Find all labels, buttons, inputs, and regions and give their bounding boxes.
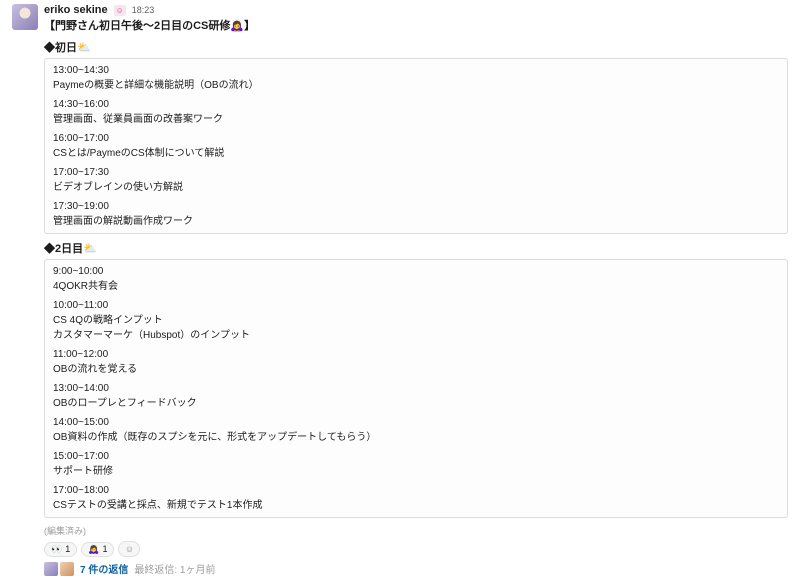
section-label: ◆2日目⛅ (44, 240, 788, 256)
schedule-item: 13:00~14:00 OBのロープレとフィードバック (53, 383, 779, 409)
schedule-time: 10:00~11:00 (53, 300, 779, 311)
reactions-bar: 👀 1 🙇‍♀️ 1 ☺ (44, 541, 788, 557)
schedule-desc: OBのロープレとフィードバック (53, 394, 779, 409)
schedule-time: 14:30~16:00 (53, 99, 779, 110)
thread-summary[interactable]: 7 件の返信 最終返信: 1ヶ月前 (44, 561, 788, 576)
thread-last-reply: 最終返信: 1ヶ月前 (134, 561, 215, 576)
message-body: eriko sekine ☺ 18:23 【門野さん初日午後～2日目のCS研修🙇… (44, 4, 788, 576)
author-name[interactable]: eriko sekine (44, 4, 108, 16)
schedule-desc: サポート研修 (53, 462, 779, 477)
schedule-item: 17:00~18:00 CSテストの受講と採点、新規でテスト1本作成 (53, 485, 779, 511)
message-header: eriko sekine ☺ 18:23 (44, 4, 788, 16)
schedule-time: 17:30~19:00 (53, 201, 779, 212)
schedule-item: 17:00~17:30 ビデオブレインの使い方解説 (53, 167, 779, 193)
edited-label: (編集済み) (44, 524, 788, 537)
schedule-desc: ビデオブレインの使い方解説 (53, 178, 779, 193)
message-title: 【門野さん初日午後～2日目のCS研修🙇‍♀️】 (44, 17, 788, 33)
schedule-item: 10:00~11:00 CS 4Qの戦略インプット カスタマーマーケ（Hubsp… (53, 300, 779, 341)
schedule-block: 13:00~14:30 Paymeの概要と詳細な機能説明（OBの流れ） 14:3… (44, 58, 788, 234)
schedule-desc: CSとは/PaymeのCS体制について解説 (53, 144, 779, 159)
schedule-desc: 管理画面、従業員画面の改善案ワーク (53, 110, 779, 125)
schedule-time: 16:00~17:00 (53, 133, 779, 144)
schedule-time: 11:00~12:00 (53, 349, 779, 360)
timestamp[interactable]: 18:23 (132, 5, 155, 15)
schedule-block: 9:00~10:00 4QOKR共有会 10:00~11:00 CS 4Qの戦略… (44, 259, 788, 518)
author-badge-icon: ☺ (114, 5, 126, 16)
schedule-desc: CSテストの受講と採点、新規でテスト1本作成 (53, 496, 779, 511)
thread-avatar[interactable] (44, 562, 58, 576)
message: eriko sekine ☺ 18:23 【門野さん初日午後～2日目のCS研修🙇… (0, 0, 800, 580)
reaction-emoji-icon: 👀 (51, 544, 62, 555)
schedule-time: 15:00~17:00 (53, 451, 779, 462)
schedule-item: 14:30~16:00 管理画面、従業員画面の改善案ワーク (53, 99, 779, 125)
schedule-item: 15:00~17:00 サポート研修 (53, 451, 779, 477)
schedule-time: 9:00~10:00 (53, 266, 779, 277)
schedule-item: 14:00~15:00 OB資料の作成（既存のスプシを元に、形式をアップデートし… (53, 417, 779, 443)
schedule-item: 9:00~10:00 4QOKR共有会 (53, 266, 779, 292)
schedule-desc: OBの流れを覚える (53, 360, 779, 375)
schedule-time: 17:00~17:30 (53, 167, 779, 178)
avatar[interactable] (12, 4, 38, 30)
schedule-item: 16:00~17:00 CSとは/PaymeのCS体制について解説 (53, 133, 779, 159)
schedule-time: 17:00~18:00 (53, 485, 779, 496)
schedule-desc: 管理画面の解説動画作成ワーク (53, 212, 779, 227)
schedule-desc: CS 4Qの戦略インプット カスタマーマーケ（Hubspot）のインプット (53, 311, 779, 341)
schedule-desc: 4QOKR共有会 (53, 277, 779, 292)
schedule-item: 17:30~19:00 管理画面の解説動画作成ワーク (53, 201, 779, 227)
thread-avatars (44, 562, 74, 576)
add-reaction-button[interactable]: ☺ (118, 541, 140, 557)
reaction-count: 1 (102, 544, 107, 554)
thread-avatar[interactable] (60, 562, 74, 576)
schedule-item: 11:00~12:00 OBの流れを覚える (53, 349, 779, 375)
smile-icon: ☺ (125, 544, 134, 554)
schedule-time: 14:00~15:00 (53, 417, 779, 428)
schedule-desc: OB資料の作成（既存のスプシを元に、形式をアップデートしてもらう） (53, 428, 779, 443)
schedule-time: 13:00~14:30 (53, 65, 779, 76)
reaction-emoji-icon: 🙇‍♀️ (88, 544, 99, 555)
section-label: ◆初日⛅ (44, 39, 788, 55)
schedule-item: 13:00~14:30 Paymeの概要と詳細な機能説明（OBの流れ） (53, 65, 779, 91)
schedule-desc: Paymeの概要と詳細な機能説明（OBの流れ） (53, 76, 779, 91)
reaction-count: 1 (65, 544, 70, 554)
thread-replies-link[interactable]: 7 件の返信 (80, 561, 128, 576)
schedule-time: 13:00~14:00 (53, 383, 779, 394)
